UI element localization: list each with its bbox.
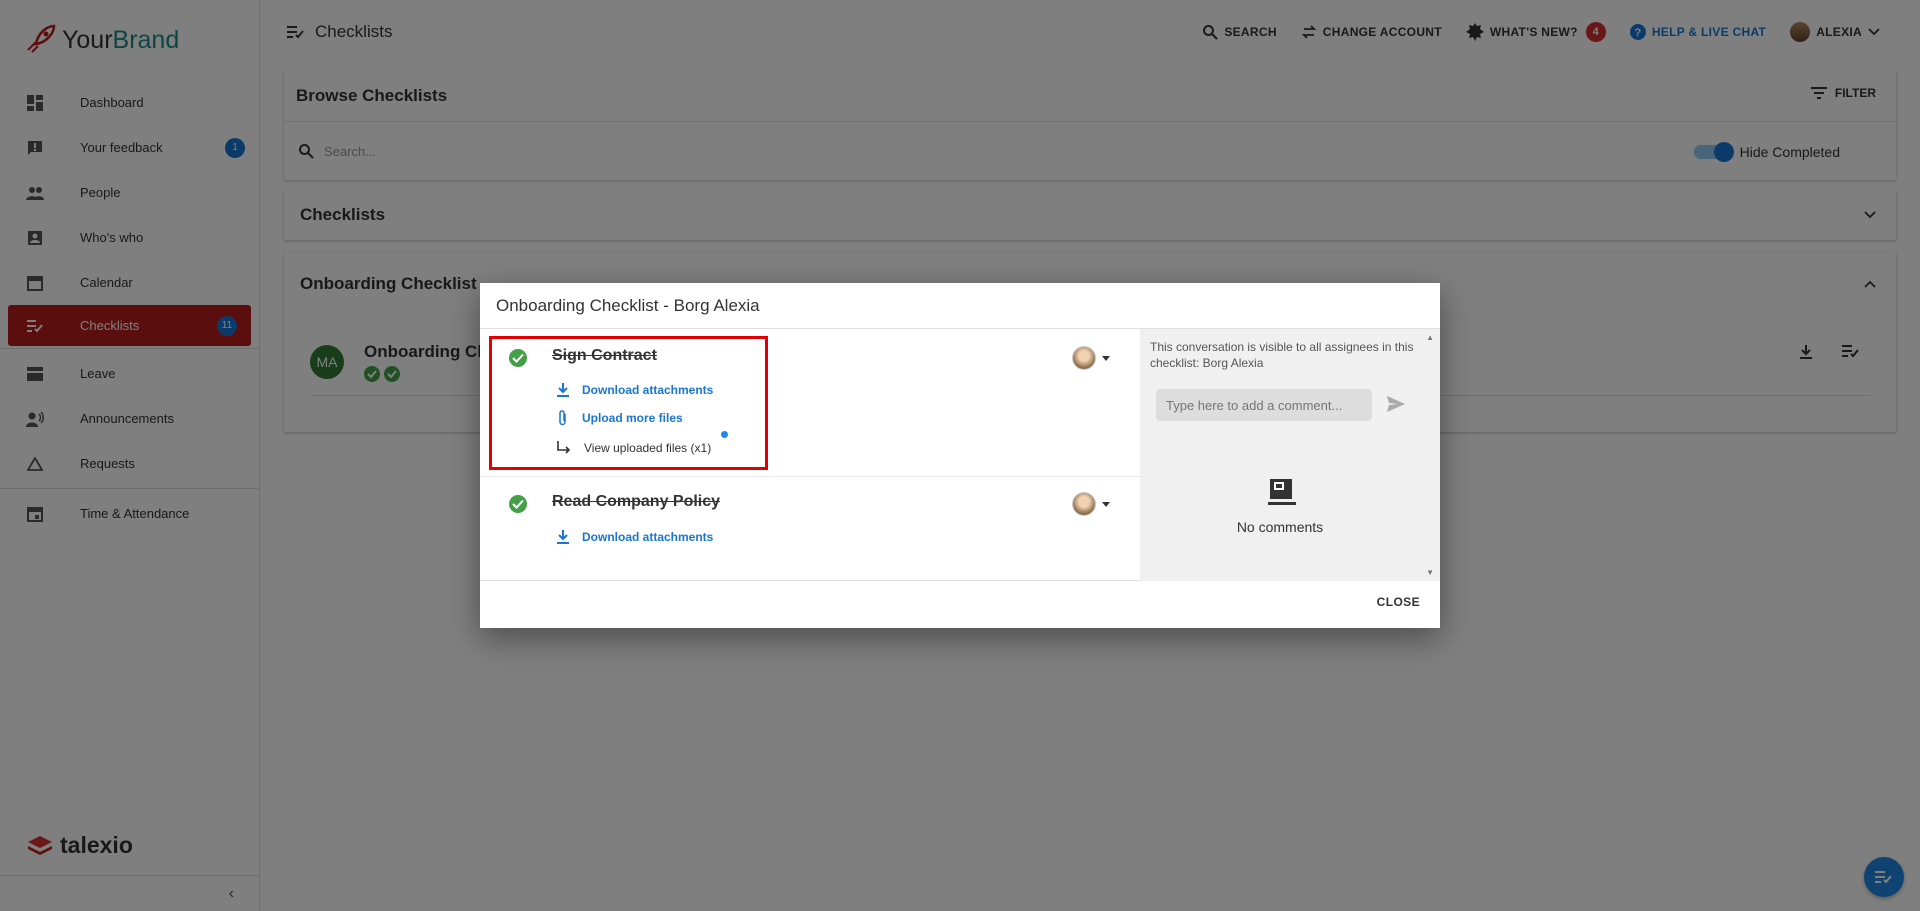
assignee-selector[interactable] [1072,346,1110,370]
check-circle-icon[interactable] [509,495,527,513]
send-icon[interactable] [1387,396,1405,412]
view-uploaded-files-label: View uploaded files (x1) [584,441,712,455]
task-name: Sign Contract [552,347,657,364]
download-attachments-link[interactable]: Download attachments [556,383,713,397]
assignee-selector[interactable] [1072,492,1110,516]
download-attachments-link[interactable]: Download attachments [556,530,713,544]
comments-panel: This conversation is visible to all assi… [1140,329,1440,581]
paperclip-icon [559,410,566,426]
upload-more-files-label: Upload more files [582,411,683,425]
assignee-avatar [1072,492,1096,516]
dialog-title: Onboarding Checklist - Borg Alexia [480,283,1440,329]
view-uploaded-files-link[interactable]: View uploaded files (x1) [556,441,711,455]
download-attachments-label: Download attachments [582,383,714,397]
dialog-actions: CLOSE [480,581,1440,628]
download-attachments-label: Download attachments [582,530,714,544]
upload-more-files-link[interactable]: Upload more files [556,410,683,426]
task-item: Sign Contract Download attachments Uploa… [480,329,1140,477]
scroll-down-arrow[interactable]: ▼ [1426,568,1434,577]
dialog-body: Sign Contract Download attachments Uploa… [480,329,1440,581]
comments-visibility-note: This conversation is visible to all assi… [1150,340,1414,370]
comment-input[interactable] [1156,389,1372,421]
close-button[interactable]: CLOSE [1377,595,1420,609]
new-upload-indicator [721,431,728,438]
download-icon [557,530,569,544]
assignee-avatar [1072,346,1096,370]
no-comments-text: No comments [1236,519,1324,535]
caret-down-icon [1102,501,1110,507]
checklist-dialog: Onboarding Checklist - Borg Alexia Sign … [480,283,1440,628]
task-name: Read Company Policy [552,493,721,510]
no-comments-icon [1268,479,1296,505]
caret-down-icon [1102,355,1110,361]
check-circle-icon[interactable] [509,349,527,367]
subdirectory-arrow-icon [557,441,571,454]
task-list: Sign Contract Download attachments Uploa… [480,329,1140,581]
download-icon [557,383,569,397]
task-item: Read Company Policy Download attachments [480,477,1140,581]
scroll-up-arrow[interactable]: ▲ [1426,333,1434,342]
